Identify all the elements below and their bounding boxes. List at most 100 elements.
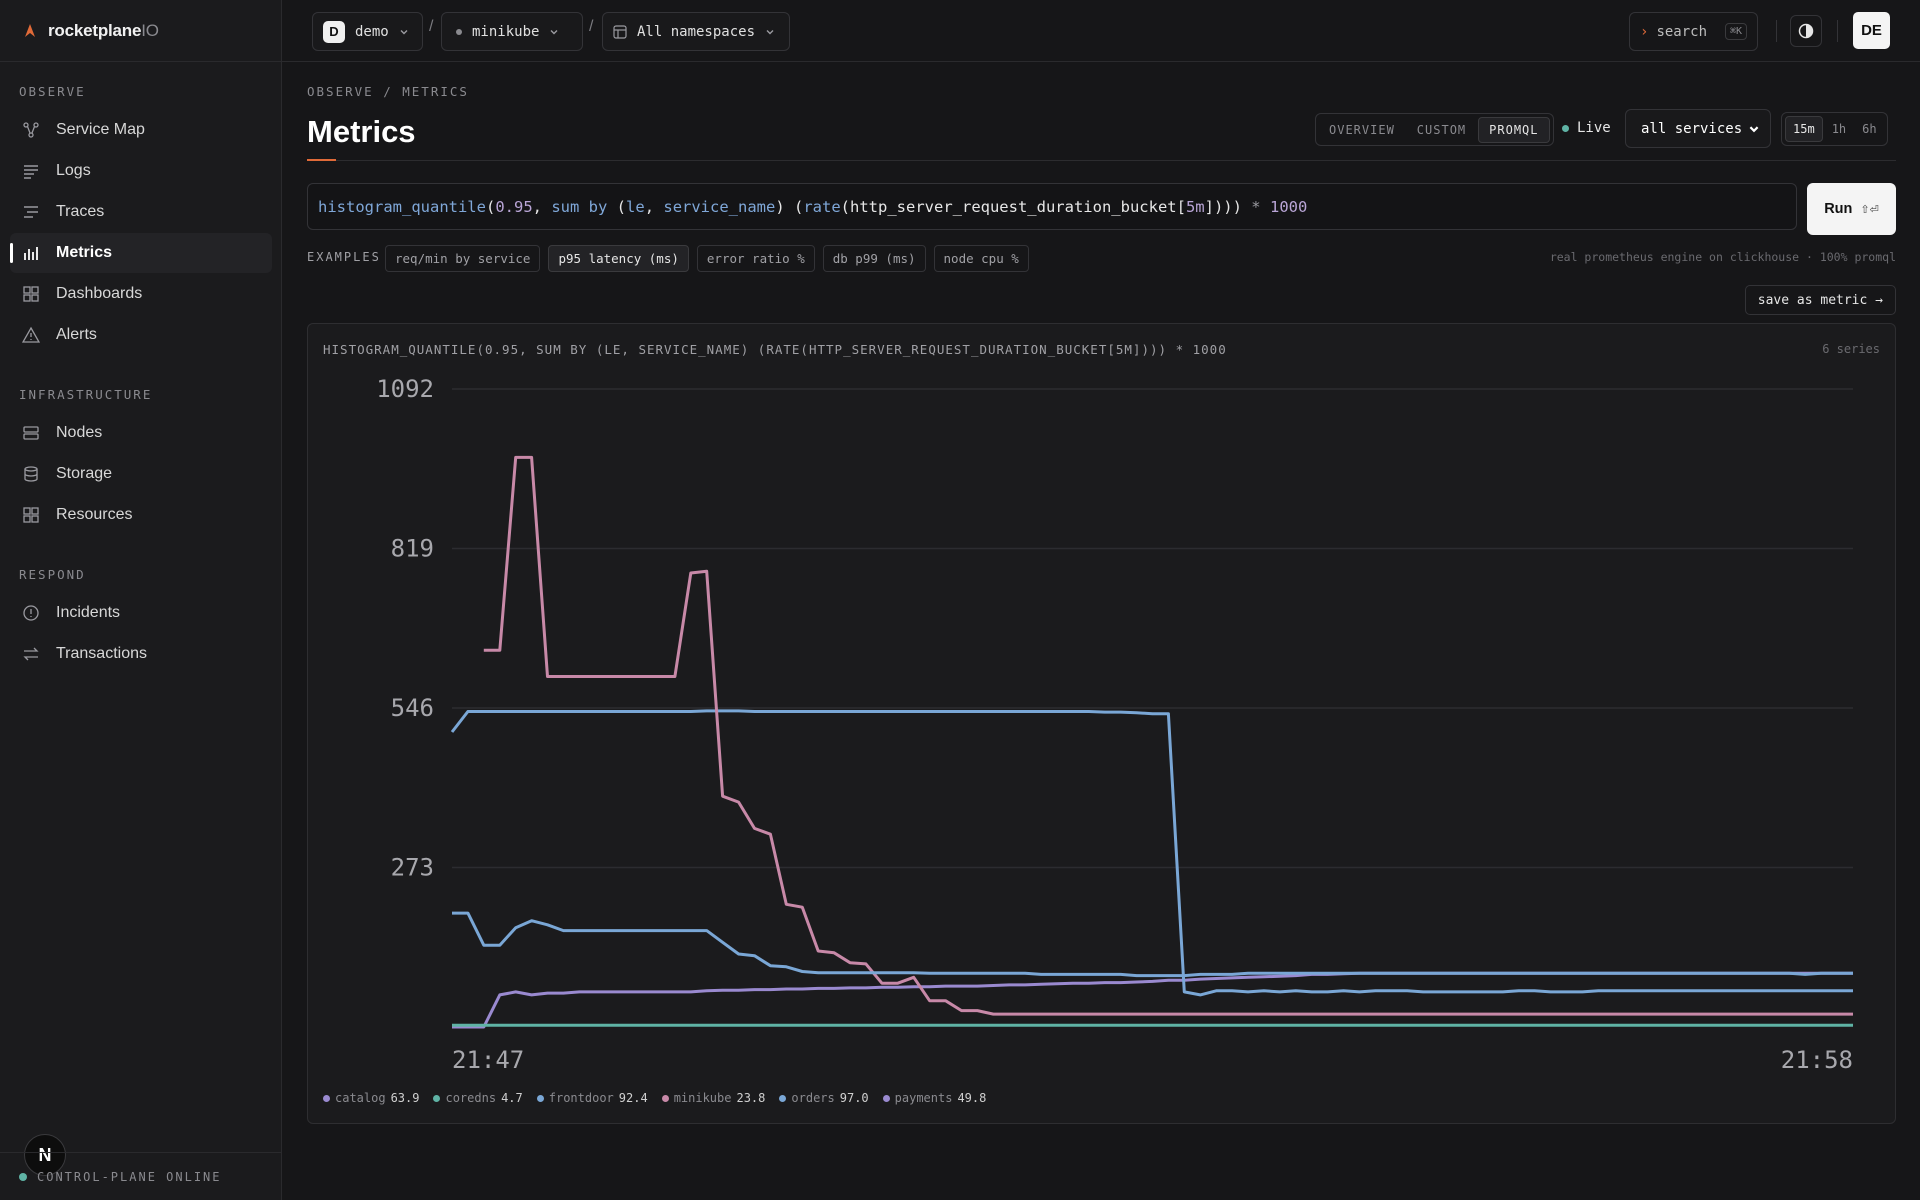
legend-item-payments[interactable]: payments 49.8 [882, 1091, 987, 1105]
tab-custom[interactable]: CUSTOM [1407, 118, 1476, 142]
legend-item-orders[interactable]: orders 97.0 [779, 1091, 869, 1105]
brand[interactable]: rocketplaneIO [0, 0, 281, 62]
live-dot-icon [1562, 124, 1569, 132]
legend-series-value: 63.9 [390, 1091, 420, 1105]
tab-overview[interactable]: OVERVIEW [1319, 118, 1405, 142]
divider [1837, 20, 1838, 42]
legend-series-name: catalog [335, 1091, 386, 1105]
avatar[interactable]: DE [1853, 12, 1890, 49]
service-select[interactable]: all services [1625, 109, 1771, 148]
brand-name: rocketplaneIO [48, 20, 159, 40]
section-title-infrastructure: INFRASTRUCTURE [19, 387, 153, 402]
topbar: D demo / minikube / All namespaces › sea… [282, 0, 1920, 62]
example-chips: req/min by service p95 latency (ms) error … [385, 245, 1029, 272]
status-dot-icon [19, 1172, 27, 1181]
sidebar-item-nodes[interactable]: Nodes [10, 413, 272, 453]
dashboards-icon [23, 286, 39, 302]
example-chip[interactable]: node cpu % [933, 245, 1029, 272]
theme-toggle-button[interactable] [1790, 15, 1822, 47]
sidebar-item-storage[interactable]: Storage [10, 454, 272, 494]
cluster-name: minikube [472, 23, 540, 40]
sidebar-item-traces[interactable]: Traces [10, 192, 272, 232]
sidebar-item-label: Transactions [56, 645, 147, 662]
sidebar-item-metrics[interactable]: Metrics [10, 233, 272, 273]
promql-query-input[interactable]: histogram_quantile(0.95, sum by (le, ser… [307, 183, 1797, 230]
sidebar-item-label: Nodes [56, 424, 103, 441]
legend-item-frontdoor[interactable]: frontdoor 92.4 [536, 1091, 648, 1105]
x-tick-label: 21:58 [1781, 1046, 1853, 1074]
sidebar-item-alerts[interactable]: Alerts [10, 315, 272, 355]
sidebar-item-resources[interactable]: Resources [10, 495, 272, 535]
legend-series-name: coredns [445, 1091, 497, 1105]
legend-item-catalog[interactable]: catalog 63.9 [323, 1091, 419, 1105]
control-plane-status: CONTROL-PLANE ONLINE [0, 1152, 282, 1200]
range-tab-6h[interactable]: 6h [1855, 117, 1883, 141]
sidebar-item-logs[interactable]: Logs [10, 151, 272, 191]
legend-swatch [661, 1094, 669, 1102]
logs-icon [24, 165, 38, 179]
chart-legend: catalog 63.9 coredns 4.7 frontdoor 92.4 miniku… [323, 1091, 986, 1105]
cluster-selector[interactable]: minikube [441, 12, 583, 51]
breadcrumb: OBSERVE / METRICS [307, 84, 469, 99]
y-tick-label: 819 [391, 535, 434, 563]
live-indicator[interactable]: Live [1562, 120, 1611, 136]
org-selector[interactable]: D demo [312, 12, 423, 51]
run-button[interactable]: Run ⇧⏎ [1807, 183, 1896, 235]
grid-icon [23, 507, 39, 523]
run-label: Run [1824, 201, 1853, 217]
sidebar-item-incidents[interactable]: Incidents [10, 593, 272, 633]
sidebar-item-label: Metrics [56, 244, 113, 261]
series-line-orders [452, 911, 1853, 978]
divider [1776, 20, 1777, 42]
sidebar-item-dashboards[interactable]: Dashboards [10, 274, 272, 314]
x-tick-label: 21:47 [452, 1046, 524, 1074]
title-divider [307, 160, 1896, 161]
legend-series-value: 49.8 [957, 1091, 987, 1105]
example-chip[interactable]: db p99 (ms) [822, 245, 926, 272]
sidebar-item-transactions[interactable]: Transactions [10, 634, 272, 674]
legend-series-name: payments [894, 1091, 953, 1105]
breadcrumb-separator: / [589, 18, 594, 35]
examples-label: EXAMPLES [307, 250, 381, 264]
mode-tabs: OVERVIEW CUSTOM PROMQL [1315, 113, 1554, 146]
legend-series-name: minikube [673, 1091, 732, 1105]
sidebar: rocketplaneIO OBSERVE Service Map Logs Trac… [0, 0, 282, 1200]
latency-chart[interactable]: 1092 819 546 273 21:47 21:58 [308, 324, 1897, 1084]
search-button[interactable]: › search ⌘K [1629, 12, 1758, 51]
legend-item-coredns[interactable]: coredns 4.7 [433, 1091, 523, 1105]
series-line-frontdoor [450, 709, 1853, 997]
alert-triangle-icon [22, 326, 40, 343]
legend-swatch [536, 1094, 544, 1102]
section-title-observe: OBSERVE [19, 84, 86, 99]
service-select-value: all services [1641, 120, 1743, 137]
time-range-tabs: 15m 1h 6h [1781, 112, 1888, 146]
traces-icon [24, 206, 38, 218]
chevron-down-icon [550, 29, 558, 34]
chevron-down-icon [400, 29, 408, 34]
title-accent-bar [307, 159, 336, 161]
namespace-selector[interactable]: All namespaces [602, 12, 790, 51]
example-chip[interactable]: req/min by service [385, 245, 541, 272]
search-label: search [1656, 23, 1708, 40]
range-tab-1h[interactable]: 1h [1825, 117, 1853, 141]
sidebar-item-service-map[interactable]: Service Map [10, 110, 272, 150]
namespace-name: All namespaces [637, 23, 756, 40]
sidebar-item-label: Service Map [56, 121, 145, 138]
tab-promql[interactable]: PROMQL [1478, 116, 1550, 143]
sidebar-item-label: Storage [56, 465, 113, 482]
sidebar-item-label: Logs [56, 162, 91, 179]
live-label: Live [1577, 120, 1611, 136]
save-as-metric-button[interactable]: save as metric → [1744, 285, 1896, 315]
legend-item-minikube[interactable]: minikube 23.8 [661, 1091, 765, 1105]
chevron-down-icon [766, 29, 774, 34]
legend-swatch [882, 1094, 890, 1102]
example-chip[interactable]: error ratio % [696, 245, 815, 272]
example-chip[interactable]: p95 latency (ms) [548, 245, 689, 272]
run-shortcut: ⇧⏎ [1860, 203, 1879, 216]
legend-series-name: frontdoor [548, 1091, 614, 1105]
org-name: demo [355, 23, 389, 40]
legend-swatch [433, 1094, 441, 1102]
org-badge: D [323, 20, 345, 43]
sidebar-item-label: Alerts [56, 326, 97, 343]
range-tab-15m[interactable]: 15m [1785, 116, 1823, 142]
